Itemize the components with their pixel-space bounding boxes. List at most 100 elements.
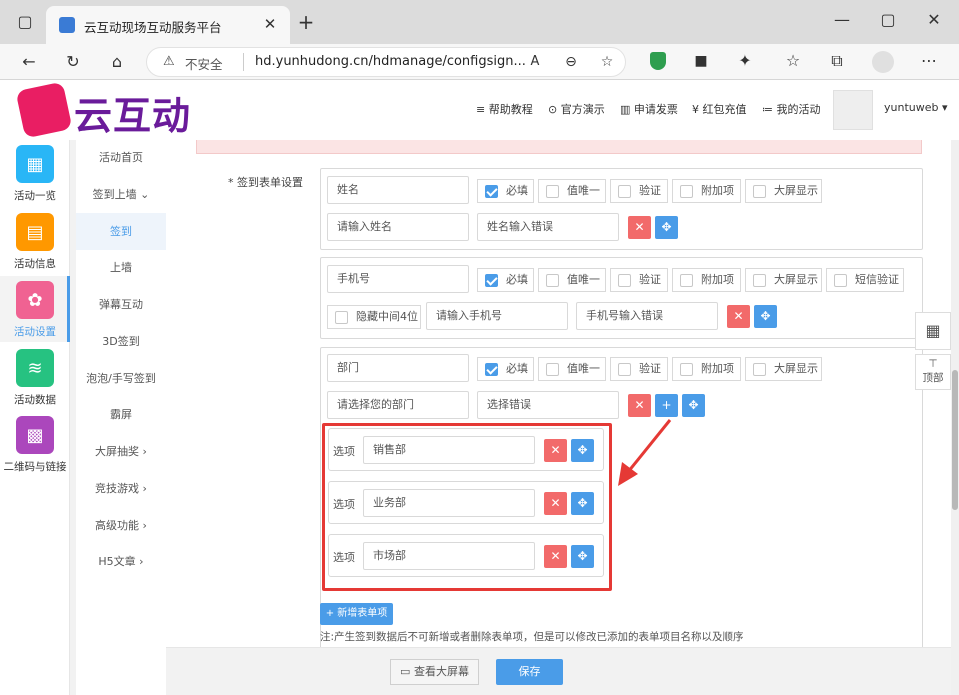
verify-checkbox[interactable]: 验证 — [610, 268, 668, 292]
nav-label-settings[interactable]: 活动设置 — [0, 324, 70, 339]
screen-checkbox[interactable]: 大屏显示 — [745, 357, 822, 381]
profile-icon[interactable] — [872, 51, 894, 73]
nav-label-info[interactable]: 活动信息 — [0, 256, 70, 271]
required-checkbox[interactable]: 必填 — [477, 268, 534, 292]
demo-link[interactable]: ⊙ 官方演示 — [548, 101, 605, 117]
subnav-h5[interactable]: H5文章 › — [76, 553, 166, 569]
database-icon[interactable]: ≋ — [16, 349, 54, 387]
avatar[interactable] — [833, 90, 873, 130]
extension-icon[interactable]: ■ — [690, 51, 712, 71]
move-option-button[interactable]: ✥ — [571, 439, 594, 462]
insecure-label[interactable]: 不安全 — [185, 54, 223, 73]
unique-checkbox[interactable]: 值唯一 — [538, 357, 606, 381]
collections-icon[interactable]: ⧉ — [826, 51, 848, 71]
subnav-advanced[interactable]: 高级功能 › — [76, 517, 166, 533]
nav-label-overview[interactable]: 活动一览 — [0, 188, 70, 203]
grid-icon[interactable]: ▦ — [16, 145, 54, 183]
subnav-bubble-signin[interactable]: 泡泡/手写签到 — [76, 370, 166, 386]
field-name-input[interactable]: 姓名 — [327, 176, 469, 204]
puzzle-icon[interactable]: ✦ — [734, 51, 756, 71]
extra-checkbox[interactable]: 附加项 — [672, 268, 741, 292]
option-input[interactable]: 业务部 — [363, 489, 535, 517]
refresh-icon[interactable]: ↻ — [62, 52, 84, 72]
error-message-input[interactable]: 选择错误 — [477, 391, 619, 419]
maximize-icon[interactable]: ▢ — [878, 10, 898, 30]
document-icon[interactable]: ▤ — [16, 213, 54, 251]
favorites-icon[interactable]: ☆ — [782, 51, 804, 71]
delete-option-button[interactable]: ✕ — [544, 545, 567, 568]
subnav-3d-signin[interactable]: 3D签到 — [76, 333, 166, 349]
logo-text[interactable]: 云互动 — [74, 85, 191, 140]
gear-icon[interactable]: ✿ — [16, 281, 54, 319]
subnav-lottery[interactable]: 大屏抽奖 › — [76, 443, 166, 459]
sms-verify-checkbox[interactable]: 短信验证 — [826, 268, 904, 292]
recharge-link[interactable]: ¥ 红包充值 — [692, 101, 747, 117]
extra-checkbox[interactable]: 附加项 — [672, 357, 741, 381]
error-message-input[interactable]: 手机号输入错误 — [576, 302, 718, 330]
zoom-icon[interactable]: ⊖ — [561, 52, 581, 72]
delete-option-button[interactable]: ✕ — [544, 439, 567, 462]
subnav-games[interactable]: 竞技游戏 › — [76, 480, 166, 496]
sub-nav: 活动首页 签到上墙 ⌄ 签到 上墙 弹幕互动 3D签到 泡泡/手写签到 霸屏 大… — [76, 140, 166, 695]
delete-item-button[interactable]: ✕ — [628, 216, 651, 239]
back-icon[interactable]: ← — [18, 52, 40, 72]
screen-checkbox[interactable]: 大屏显示 — [745, 179, 822, 203]
move-item-button[interactable]: ✥ — [655, 216, 678, 239]
home-icon[interactable]: ⌂ — [106, 52, 128, 72]
minimize-icon[interactable]: — — [832, 10, 852, 30]
move-item-button[interactable]: ✥ — [754, 305, 777, 328]
subnav-danmaku[interactable]: 弹幕互动 — [76, 296, 166, 312]
move-item-button[interactable]: ✥ — [682, 394, 705, 417]
qrcode-tool-icon[interactable]: ▦ — [915, 312, 951, 350]
tab-close-icon[interactable]: ✕ — [262, 14, 278, 34]
browser-tab[interactable]: 云互动现场互动服务平台 ✕ — [46, 6, 290, 44]
back-to-top-button[interactable]: ⊤ 顶部 — [915, 354, 951, 390]
scrollbar-thumb[interactable] — [952, 370, 958, 510]
add-form-item-button[interactable]: + 新增表单项 — [320, 603, 393, 625]
delete-option-button[interactable]: ✕ — [544, 492, 567, 515]
hide-middle-checkbox[interactable]: 隐藏中间4位 — [327, 305, 421, 329]
subnav-home[interactable]: 活动首页 — [76, 149, 166, 165]
subnav-signin[interactable]: 签到 — [76, 223, 166, 239]
placeholder-input[interactable]: 请输入手机号 — [426, 302, 568, 330]
field-name-input[interactable]: 部门 — [327, 354, 469, 382]
nav-label-qrcode[interactable]: 二维码与链接 — [0, 459, 70, 474]
unique-checkbox[interactable]: 值唯一 — [538, 179, 606, 203]
qrcode-icon[interactable]: ▩ — [16, 416, 54, 454]
required-checkbox[interactable]: 必填 — [477, 357, 534, 381]
unique-checkbox[interactable]: 值唯一 — [538, 268, 606, 292]
extra-checkbox[interactable]: 附加项 — [672, 179, 741, 203]
subnav-signin-wall[interactable]: 签到上墙 ⌄ — [76, 186, 166, 202]
username[interactable]: yuntuweb ▾ — [884, 101, 948, 114]
more-icon[interactable]: ⋯ — [918, 51, 940, 71]
shield-icon[interactable] — [650, 52, 666, 70]
placeholder-input[interactable]: 请选择您的部门 — [327, 391, 469, 419]
subnav-bapin[interactable]: 霸屏 — [76, 406, 166, 422]
tab-actions-icon[interactable]: ▢ — [14, 12, 36, 32]
verify-checkbox[interactable]: 验证 — [610, 179, 668, 203]
nav-label-data[interactable]: 活动数据 — [0, 392, 70, 407]
required-checkbox[interactable]: 必填 — [477, 179, 534, 203]
option-input[interactable]: 市场部 — [363, 542, 535, 570]
window-close-icon[interactable]: ✕ — [924, 10, 944, 30]
error-message-input[interactable]: 姓名输入错误 — [477, 213, 619, 241]
favorite-add-icon[interactable]: ☆ — [597, 52, 617, 72]
verify-checkbox[interactable]: 验证 — [610, 357, 668, 381]
field-name-input[interactable]: 手机号 — [327, 265, 469, 293]
my-events-link[interactable]: ≔ 我的活动 — [762, 101, 821, 117]
placeholder-input[interactable]: 请输入姓名 — [327, 213, 469, 241]
invoice-link[interactable]: ▥ 申请发票 — [620, 101, 678, 117]
option-input[interactable]: 销售部 — [363, 436, 535, 464]
new-tab-icon[interactable]: + — [296, 12, 316, 32]
save-button[interactable]: 保存 — [496, 659, 563, 685]
preview-screen-button[interactable]: ▭ 查看大屏幕 — [390, 659, 479, 685]
help-link[interactable]: ≡ 帮助教程 — [476, 101, 533, 117]
move-option-button[interactable]: ✥ — [571, 492, 594, 515]
subnav-wall[interactable]: 上墙 — [76, 259, 166, 275]
address-bar[interactable]: ⚠ 不安全 hd.yunhudong.cn/hdmanage/configsig… — [146, 47, 626, 77]
move-option-button[interactable]: ✥ — [571, 545, 594, 568]
screen-checkbox[interactable]: 大屏显示 — [745, 268, 822, 292]
url-text[interactable]: hd.yunhudong.cn/hdmanage/configsign... — [255, 54, 526, 69]
delete-item-button[interactable]: ✕ — [727, 305, 750, 328]
read-aloud-icon[interactable]: A — [525, 52, 545, 72]
